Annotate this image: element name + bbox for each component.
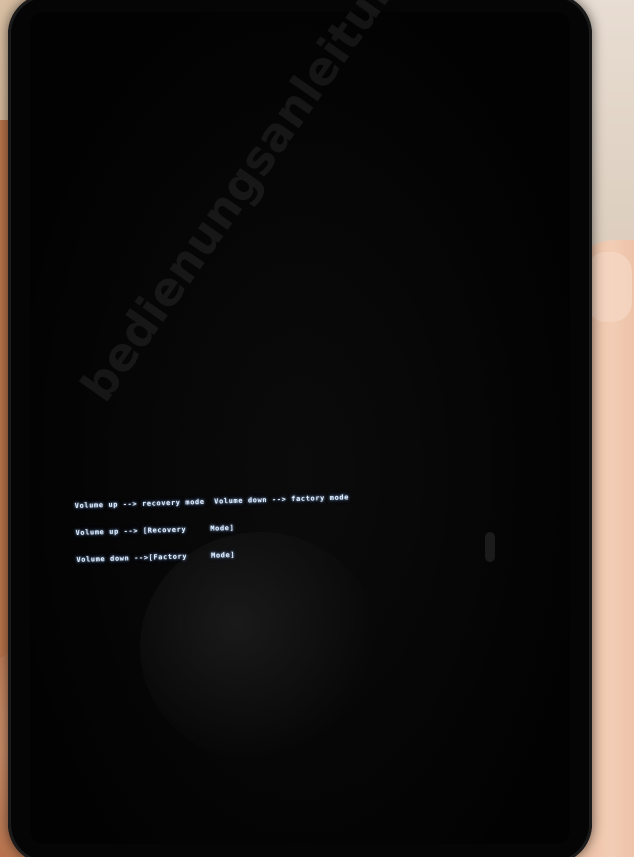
boot-mode-menu: Volume up --> recovery mode Volume down … [74, 472, 457, 583]
boot-menu-line-3-factory-option[interactable]: Volume down -->[Factory Mode] [76, 544, 456, 565]
thumb-nail [586, 252, 632, 322]
boot-menu-line-1: Volume up --> recovery mode Volume down … [74, 493, 350, 510]
photo-scene: Volume up --> recovery mode Volume down … [0, 0, 634, 857]
boot-menu-line-2-recovery-option[interactable]: Volume up --> [Recovery Mode] [75, 517, 455, 538]
screen-glare-mark [485, 532, 495, 562]
